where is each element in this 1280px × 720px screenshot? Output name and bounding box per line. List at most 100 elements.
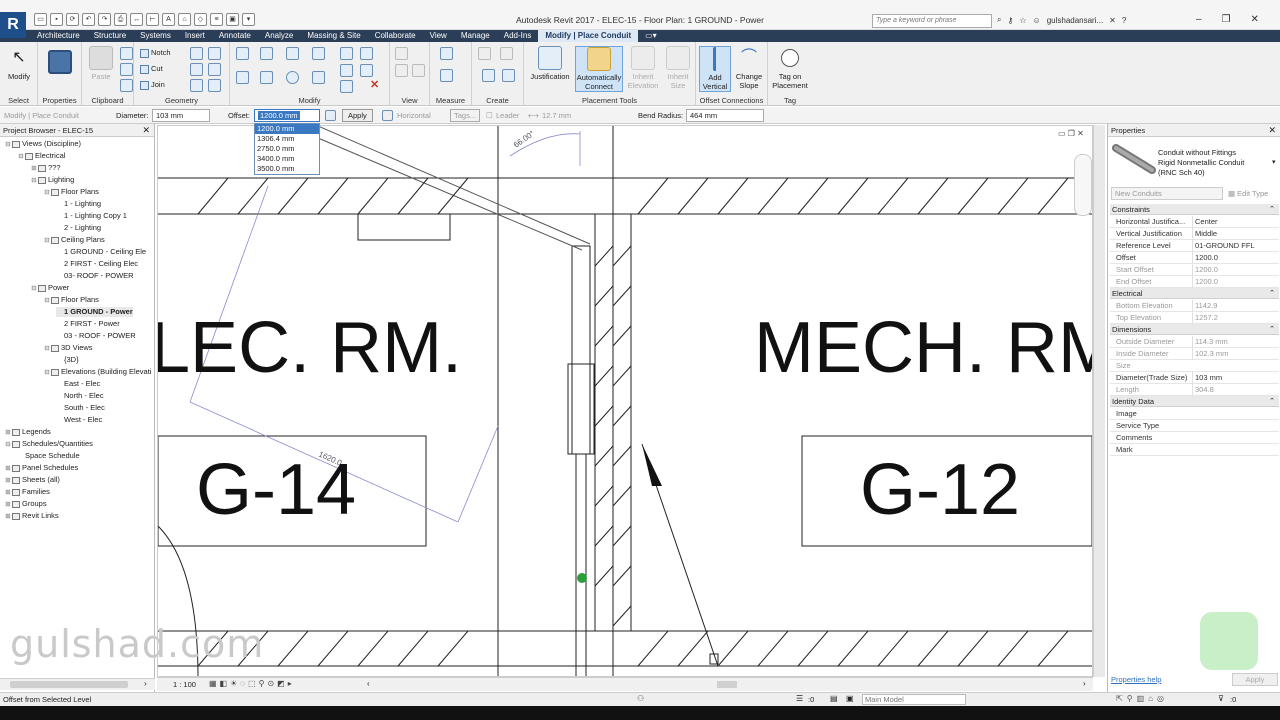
browser-item[interactable]: 1 - Lighting xyxy=(56,199,101,209)
expand-toggle-icon[interactable]: ⊟ xyxy=(43,236,51,246)
browser-item[interactable]: ⊟ Elevations (Building Elevati xyxy=(43,367,151,378)
browser-item[interactable]: 03- ROOF - POWER xyxy=(56,271,134,281)
browser-item[interactable]: ⊟ Ceiling Plans xyxy=(43,235,105,246)
browser-item[interactable]: West - Elec xyxy=(56,415,102,425)
expand-toggle-icon[interactable]: ⊟ xyxy=(43,368,51,378)
ribbon-tab[interactable]: Analyze xyxy=(258,30,300,42)
ribbon-tab[interactable]: Collaborate xyxy=(368,30,423,42)
offset-combo[interactable]: 1200.0 mm xyxy=(254,109,320,122)
type-selector[interactable]: Conduit without Fittings Rigid Nonmetall… xyxy=(1158,148,1244,178)
match-type-icon[interactable] xyxy=(120,79,133,92)
collapse-icon[interactable]: ⌃ xyxy=(1269,396,1275,407)
scroll-thumb[interactable] xyxy=(10,681,128,688)
offset-option[interactable]: 3500.0 mm xyxy=(255,164,319,174)
scroll-right-icon[interactable]: › xyxy=(144,679,147,688)
browser-item[interactable]: ⊟ 3D Views xyxy=(43,343,92,354)
binoculars-icon[interactable]: ⌕ xyxy=(997,15,1001,25)
close-icon[interactable]: ✕ xyxy=(1251,14,1259,25)
browser-item[interactable]: ⊟ Lighting xyxy=(30,175,74,186)
collapse-icon[interactable]: ⌃ xyxy=(1269,204,1275,215)
trim-extend-icon[interactable] xyxy=(312,71,325,84)
expand-toggle-icon[interactable]: ⊞ xyxy=(4,500,12,510)
cut-geometry-button[interactable]: Cut xyxy=(140,63,163,75)
filter-icon[interactable]: ⊽ xyxy=(1218,694,1224,703)
view-control-icons[interactable]: ▦◧☀◌⬚⚲⊙◩▸ xyxy=(209,679,295,688)
browser-item[interactable]: 1 - Lighting Copy 1 xyxy=(56,211,127,221)
user-name[interactable]: gulshadansari... xyxy=(1047,16,1103,25)
property-value[interactable]: Middle xyxy=(1192,228,1278,240)
property-row[interactable]: Size xyxy=(1110,360,1279,372)
hide-icon[interactable] xyxy=(395,64,408,77)
unjoin-icon[interactable] xyxy=(208,79,221,92)
copy-modify-icon[interactable] xyxy=(260,71,273,84)
mirror-draw-icon[interactable] xyxy=(312,47,325,60)
browser-item[interactable]: ⊞ Revit Links xyxy=(4,511,58,522)
property-value[interactable]: 103 mm xyxy=(1192,372,1278,384)
expand-toggle-icon[interactable]: ⊞ xyxy=(30,164,38,174)
diameter-select[interactable]: 103 mm xyxy=(152,109,210,122)
add-vertical-button[interactable]: Add Vertical xyxy=(699,46,731,92)
property-row[interactable]: Horizontal Justifica... Center xyxy=(1110,216,1279,228)
browser-item[interactable]: 2 - Lighting xyxy=(56,223,101,233)
paint-icon[interactable] xyxy=(190,79,203,92)
delete-icon[interactable]: ✕ xyxy=(370,78,379,91)
chevron-down-icon[interactable]: ▾ xyxy=(1272,158,1276,166)
expand-toggle-icon[interactable]: ⊟ xyxy=(30,176,38,186)
ribbon-tab[interactable]: Modify | Place Conduit xyxy=(538,30,639,42)
property-row[interactable]: Length 304.8 xyxy=(1110,384,1279,396)
browser-item[interactable]: ⊞ Families xyxy=(4,487,50,498)
offset-option[interactable]: 1306.4 mm xyxy=(255,134,319,144)
split-icon[interactable] xyxy=(340,47,353,60)
model-icon[interactable]: ▣ xyxy=(846,694,854,703)
automatically-connect-button[interactable]: Automatically Connect xyxy=(575,46,623,92)
property-row[interactable]: Comments xyxy=(1110,432,1279,444)
linework-icon[interactable] xyxy=(412,64,425,77)
ribbon-tab[interactable]: Insert xyxy=(178,30,212,42)
browser-item[interactable]: ⊟ Electrical xyxy=(17,151,65,162)
mirror-axis-icon[interactable] xyxy=(286,47,299,60)
aligned-dimension-icon[interactable] xyxy=(440,69,453,82)
unpin-icon[interactable] xyxy=(360,64,373,77)
instance-filter-dropdown[interactable]: New Conduits xyxy=(1111,187,1223,200)
inherit-elevation-button[interactable]: Inherit Elevation xyxy=(626,46,660,92)
ribbon-tab[interactable]: Manage xyxy=(454,30,497,42)
ribbon-tab[interactable]: Systems xyxy=(133,30,178,42)
property-row[interactable]: Offset 1200.0 xyxy=(1110,252,1279,264)
ribbon-tab[interactable]: Annotate xyxy=(212,30,258,42)
ribbon-tab[interactable]: Massing & Site xyxy=(300,30,367,42)
array-icon[interactable] xyxy=(340,64,353,77)
scale-icon[interactable] xyxy=(340,80,353,93)
property-group-header[interactable]: Dimensions ⌃ xyxy=(1110,324,1279,335)
property-row[interactable]: Service Type xyxy=(1110,420,1279,432)
property-row[interactable]: Vertical Justification Middle xyxy=(1110,228,1279,240)
offset-option[interactable]: 2750.0 mm xyxy=(255,144,319,154)
expand-toggle-icon[interactable]: ⊟ xyxy=(30,284,38,294)
copy-icon[interactable] xyxy=(120,63,133,76)
create-group-icon[interactable] xyxy=(482,69,495,82)
browser-item[interactable]: 2 FIRST - Power xyxy=(56,319,120,329)
expand-toggle-icon[interactable]: ⊟ xyxy=(43,296,51,306)
browser-item[interactable]: ⊟ Floor Plans xyxy=(43,187,99,198)
modify-button[interactable]: ↖ Modify xyxy=(2,46,36,92)
design-options-icon[interactable]: ▤ xyxy=(830,694,838,703)
pin-icon[interactable] xyxy=(360,47,373,60)
tag-on-placement-button[interactable]: Tag on Placement xyxy=(770,46,810,92)
subscription-icon[interactable]: ⚷ xyxy=(1007,16,1013,25)
property-value[interactable]: 01-GROUND FFL xyxy=(1192,240,1278,252)
notch-button[interactable]: Notch xyxy=(140,47,171,59)
worksharing-icon[interactable]: ⚇ xyxy=(637,694,644,703)
lock-elevation-icon[interactable] xyxy=(325,110,336,121)
browser-item[interactable]: South - Elec xyxy=(56,403,105,413)
paste-button[interactable]: Paste xyxy=(84,46,118,92)
expand-toggle-icon[interactable]: ⊟ xyxy=(43,344,51,354)
leader-length-field[interactable]: 12.7 mm xyxy=(542,111,571,120)
canvas-vscrollbar[interactable] xyxy=(1093,125,1105,677)
properties-button[interactable] xyxy=(43,46,77,92)
override-graphics-icon[interactable] xyxy=(395,47,408,60)
exchange-icon[interactable]: ✕ xyxy=(1109,16,1116,25)
change-slope-button[interactable]: ⌒ Change Slope xyxy=(733,46,765,92)
ribbon-tab[interactable]: Add-Ins xyxy=(497,30,539,42)
offset-option[interactable]: 3400.0 mm xyxy=(255,154,319,164)
offset-option[interactable]: 1200.0 mm xyxy=(255,124,319,134)
maximize-icon[interactable]: ❐ xyxy=(1222,14,1231,25)
